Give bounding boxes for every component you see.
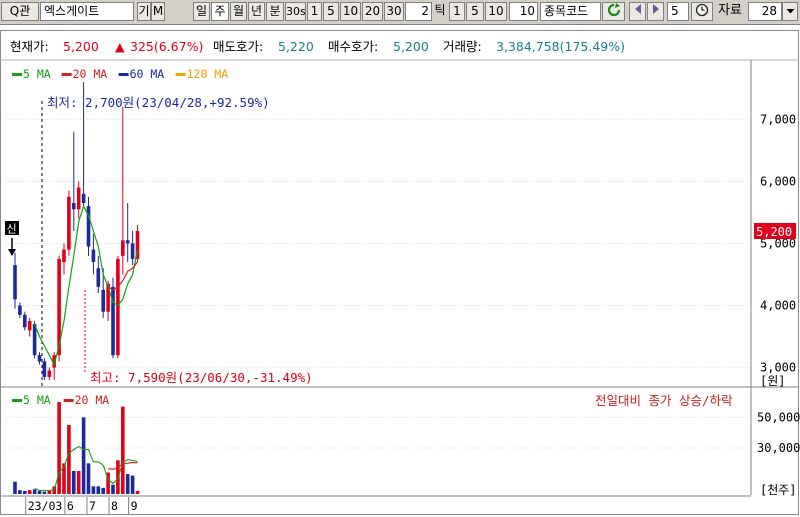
price-tick-label: 4,000 [760,299,796,313]
candle-body [37,355,42,362]
volume-bar [91,486,96,494]
volume-bar [86,463,91,494]
candle-body [125,240,130,244]
volume-bar [121,406,125,494]
price-unit-label: [원] [760,374,786,388]
low-annotation: 최저: 2,700원(23/04/28,+92.59%) [47,95,270,110]
candle-body [23,314,27,328]
volume-bar [135,490,140,494]
volume-unit-label: [천주] [760,482,797,497]
price-tick-label: 7,000 [760,112,796,126]
candle-body [18,305,22,315]
legend-label: 120 MA [187,67,229,81]
volume-bar [72,471,76,494]
volume-bar [96,486,101,494]
x-tick-label: 9 [131,499,138,513]
new-badge-label: 신 [7,223,17,236]
candle-body [116,258,120,356]
volume-bar [27,490,32,494]
x-tick-label: 23/03 [28,499,63,513]
volume-bar [37,490,42,494]
legend-label: 60 MA [130,67,165,81]
volume-bar [81,417,86,494]
ma5-line [34,204,139,367]
volume-bar [101,487,105,494]
volume-bar [130,475,135,494]
volume-bar [125,474,130,494]
legend-swatch [63,399,74,402]
high-annotation: 최고: 7,590원(23/06/30,-31.49%) [90,370,313,385]
legend-label: 20 MA [75,393,110,407]
volume-bar [67,425,71,494]
candle-body [47,370,52,377]
volume-bar [32,489,37,494]
legend-swatch [118,73,129,76]
volume-bar [13,481,17,494]
candle-body [76,187,81,210]
current-price-label: 5,200 [756,225,792,239]
price-tick-label: 6,000 [760,174,796,188]
legend-label: 5 MA [23,393,51,407]
volume-tick-label: 50,000 [757,410,800,424]
x-tick-label: 7 [89,499,96,513]
legend-swatch [12,73,22,76]
price-chart: 3,0004,0005,0006,0007,000[원]5,2005 MA 20 … [0,59,799,495]
charts: 3,0004,0005,0006,0007,000[원]5,2005 MA 20 … [0,59,800,514]
x-tick-label: 8 [111,499,118,513]
candle-body [42,361,47,377]
candle-body [121,240,125,256]
legend-swatch [175,73,186,76]
candle-body [62,249,66,263]
volume-bar [42,491,47,494]
legend-swatch [61,73,72,76]
volume-bar [76,471,81,494]
price-tick-label: 3,000 [760,361,796,375]
volume-note: 전일대비 종가 상승/하락 [595,393,733,408]
volume-bar [111,484,115,494]
legend-swatch [12,399,22,402]
volume-bar [57,402,61,494]
x-tick-label: 6 [67,499,74,513]
candle-body [91,249,96,263]
volume-tick-label: 30,000 [757,441,800,455]
candle-body [101,289,105,312]
legend-label: 20 MA [73,67,108,81]
candle-body [67,196,71,250]
candle-body [130,243,135,259]
volume-bar [23,490,27,494]
candle-body [27,321,32,331]
candle-body [13,265,17,300]
legend-label: 5 MA [23,67,51,81]
volume-bar [18,490,22,494]
candle-body [81,193,86,204]
volume-chart: 30,000 50,000 [천주] 5 MA 20 MA 전일대비 종가 상승/하락 23… [0,393,800,514]
candle-body [72,203,76,210]
candle-body [96,268,101,287]
